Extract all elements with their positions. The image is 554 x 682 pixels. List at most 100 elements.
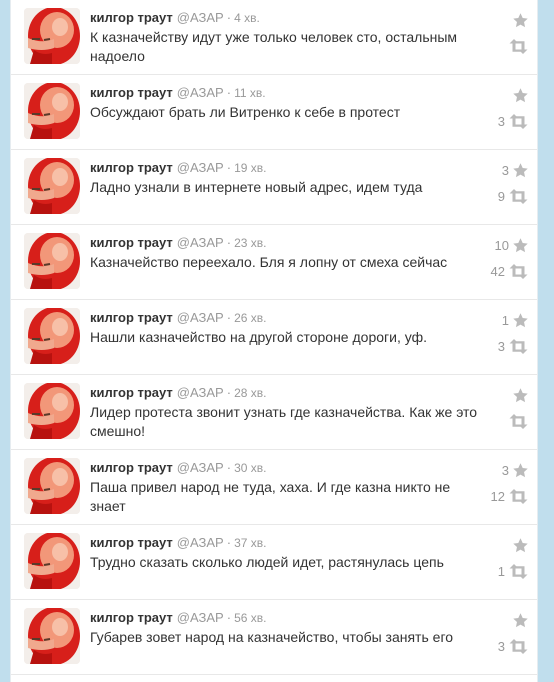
retweet-action[interactable]: 3: [498, 336, 529, 356]
tweet[interactable]: килгор траут @АЗАР · 4 хв. К казначейству и…: [11, 0, 537, 75]
star-icon[interactable]: [512, 162, 529, 179]
tweet-timestamp[interactable]: 28 хв.: [234, 386, 266, 400]
retweet-icon[interactable]: [508, 38, 529, 54]
user-handle[interactable]: @АЗАР: [177, 385, 224, 400]
user-handle[interactable]: @АЗАР: [177, 85, 224, 100]
avatar[interactable]: [24, 8, 80, 64]
favorite-action[interactable]: [509, 610, 529, 630]
tweet-actions: 1: [469, 533, 529, 593]
user-handle[interactable]: @АЗАР: [177, 535, 224, 550]
retweet-icon[interactable]: [508, 263, 529, 279]
retweet-count: 3: [497, 638, 505, 654]
retweet-action[interactable]: 12: [491, 486, 529, 506]
user-name[interactable]: килгор траут: [90, 535, 173, 550]
user-name[interactable]: килгор траут: [90, 235, 173, 250]
tweet[interactable]: килгор траут @АЗАР · 19 хв. Ладно узнали в …: [11, 150, 537, 225]
user-handle[interactable]: @АЗАР: [177, 235, 224, 250]
favorite-action[interactable]: 3: [502, 160, 529, 180]
tweet-actions: [469, 383, 529, 443]
retweet-icon[interactable]: [508, 563, 529, 579]
favorite-action[interactable]: [509, 385, 529, 405]
tweet-header: килгор траут @АЗАР · 19 хв.: [90, 160, 266, 175]
user-name[interactable]: килгор траут: [90, 310, 173, 325]
separator-dot: ·: [226, 535, 232, 550]
star-icon[interactable]: [512, 312, 529, 329]
tweet-timestamp[interactable]: 26 хв.: [234, 311, 266, 325]
favorite-action[interactable]: [509, 535, 529, 555]
tweet[interactable]: килгор траут @АЗАР · 56 хв. Губарев зовет н…: [11, 600, 537, 675]
tweet-header: килгор траут @АЗАР · 26 хв.: [90, 310, 266, 325]
user-name[interactable]: килгор траут: [90, 85, 173, 100]
retweet-action[interactable]: 3: [498, 636, 529, 656]
star-icon[interactable]: [512, 87, 529, 104]
star-icon[interactable]: [512, 537, 529, 554]
tweet-timestamp[interactable]: 56 хв.: [234, 611, 266, 625]
retweet-action[interactable]: 3: [498, 111, 529, 131]
avatar-image: [24, 83, 80, 139]
separator-dot: ·: [226, 385, 232, 400]
avatar[interactable]: [24, 83, 80, 139]
tweet[interactable]: килгор траут @АЗАР · 37 хв. Трудно сказать …: [11, 525, 537, 600]
favorite-action[interactable]: [509, 85, 529, 105]
tweet-timestamp[interactable]: 4 хв.: [234, 11, 260, 25]
tweet[interactable]: килгор траут @АЗАР · 26 хв. Нашли казначейс…: [11, 300, 537, 375]
avatar[interactable]: [24, 533, 80, 589]
retweet-icon[interactable]: [508, 338, 529, 354]
user-handle[interactable]: @АЗАР: [177, 160, 224, 175]
avatar-image: [24, 533, 80, 589]
user-name[interactable]: килгор траут: [90, 10, 173, 25]
avatar[interactable]: [24, 233, 80, 289]
avatar[interactable]: [24, 158, 80, 214]
avatar-image: [24, 383, 80, 439]
avatar[interactable]: [24, 308, 80, 364]
retweet-action[interactable]: [505, 411, 529, 431]
tweet-actions: 3: [469, 83, 529, 143]
user-handle[interactable]: @АЗАР: [177, 610, 224, 625]
retweet-icon[interactable]: [508, 638, 529, 654]
separator-dot: ·: [226, 310, 232, 325]
favorite-action[interactable]: 3: [502, 460, 529, 480]
star-icon[interactable]: [512, 12, 529, 29]
favorite-action[interactable]: [509, 10, 529, 30]
user-name[interactable]: килгор траут: [90, 385, 173, 400]
avatar[interactable]: [24, 608, 80, 664]
tweet-header: килгор траут @АЗАР · 28 хв.: [90, 385, 266, 400]
favorite-action[interactable]: 1: [502, 310, 529, 330]
separator-dot: ·: [226, 160, 232, 175]
tweet-timestamp[interactable]: 30 хв.: [234, 461, 266, 475]
retweet-action[interactable]: 42: [491, 261, 529, 281]
retweet-icon[interactable]: [508, 113, 529, 129]
retweet-icon[interactable]: [508, 188, 529, 204]
tweet-header: килгор траут @АЗАР · 4 хв.: [90, 10, 260, 25]
retweet-action[interactable]: 1: [498, 561, 529, 581]
avatar[interactable]: [24, 383, 80, 439]
separator-dot: ·: [226, 85, 232, 100]
user-handle[interactable]: @АЗАР: [177, 10, 224, 25]
user-name[interactable]: килгор траут: [90, 610, 173, 625]
favorite-count: 1: [501, 312, 509, 328]
user-handle[interactable]: @АЗАР: [177, 460, 224, 475]
tweet-actions: 1 3: [469, 308, 529, 368]
retweet-action[interactable]: [505, 36, 529, 56]
star-icon[interactable]: [512, 387, 529, 404]
user-handle[interactable]: @АЗАР: [177, 310, 224, 325]
tweet-timestamp[interactable]: 23 хв.: [234, 236, 266, 250]
tweet-timestamp[interactable]: 19 хв.: [234, 161, 266, 175]
avatar[interactable]: [24, 458, 80, 514]
tweet[interactable]: килгор траут @АЗАР · 30 хв. Паша привел нар…: [11, 450, 537, 525]
star-icon[interactable]: [512, 612, 529, 629]
retweet-icon[interactable]: [508, 488, 529, 504]
tweet[interactable]: килгор траут @АЗАР · 23 хв. Казначейство пе…: [11, 225, 537, 300]
star-icon[interactable]: [512, 462, 529, 479]
user-name[interactable]: килгор траут: [90, 460, 173, 475]
tweet[interactable]: килгор траут @АЗАР · 28 хв. Лидер протеста …: [11, 375, 537, 450]
tweet-timestamp[interactable]: 37 хв.: [234, 536, 266, 550]
tweet-text: Паша привел народ не туда, хаха. И где к…: [90, 479, 451, 514]
retweet-action[interactable]: 9: [498, 186, 529, 206]
star-icon[interactable]: [512, 237, 529, 254]
user-name[interactable]: килгор траут: [90, 160, 173, 175]
favorite-action[interactable]: 10: [495, 235, 529, 255]
tweet[interactable]: килгор траут @АЗАР · 11 хв. Обсуждают брать…: [11, 75, 537, 150]
retweet-icon[interactable]: [508, 413, 529, 429]
tweet-timestamp[interactable]: 11 хв.: [234, 86, 266, 100]
